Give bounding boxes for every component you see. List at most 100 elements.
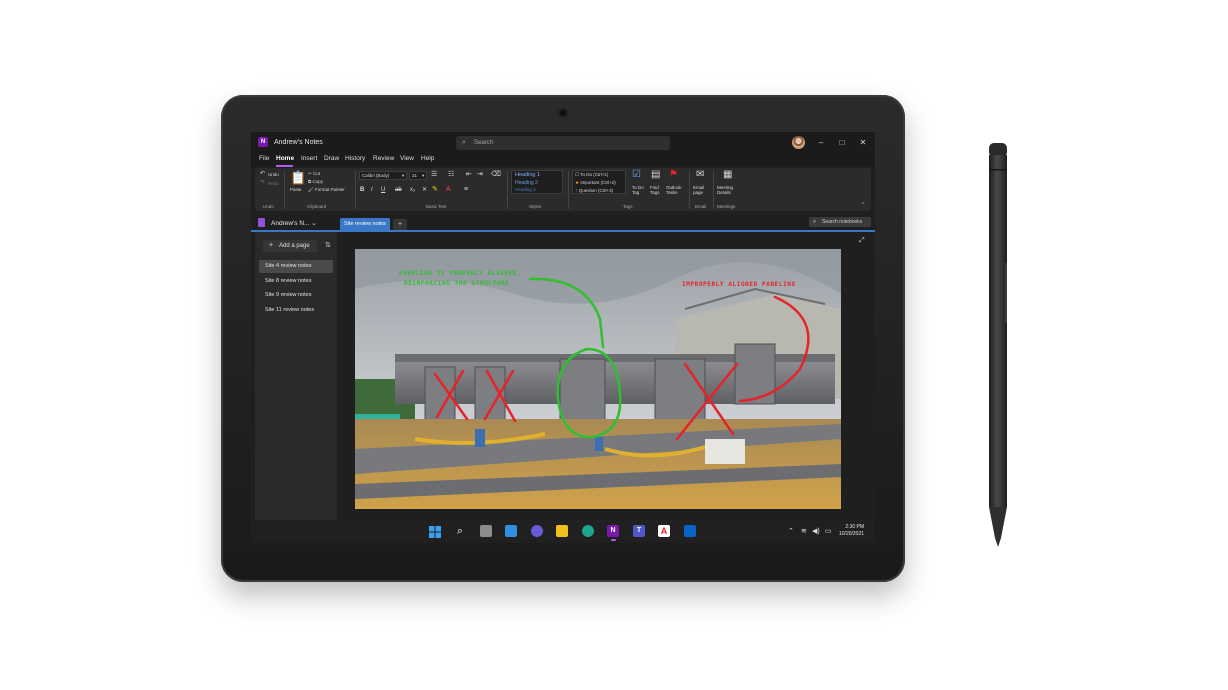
menu-view[interactable]: View (400, 155, 414, 162)
meeting-details-button[interactable]: Meeting Details (717, 185, 741, 195)
indent-icon[interactable]: ⇥ (477, 171, 483, 178)
search-notebooks-label: Search notebooks (822, 219, 863, 225)
page-item[interactable]: Site 11 review notes (259, 304, 333, 317)
avatar[interactable] (792, 136, 805, 149)
undo-icon[interactable]: ↶ (260, 171, 265, 177)
expand-icon[interactable]: ⤢ (859, 237, 865, 245)
calendar-icon[interactable]: ▦ (723, 170, 732, 180)
bullets-icon[interactable]: ☰ (431, 171, 437, 178)
search-notebooks-box[interactable]: ⌕ Search notebooks (809, 217, 871, 227)
italic-icon[interactable]: I (371, 187, 373, 193)
notebook-bar: Andrew's N... ⌄ Site review notes + ⌕ Se… (251, 214, 875, 231)
highlight-icon[interactable]: ✎ (432, 186, 438, 193)
tag-todo[interactable]: ☐ To Do (Ctrl+1) (575, 172, 608, 178)
pages-panel: + Add a page ⇅ Site 4 review notes Site … (255, 232, 337, 520)
file-explorer-icon[interactable] (556, 525, 568, 537)
find-tags-icon[interactable]: ▤ (651, 170, 660, 180)
heading1-style[interactable]: Heading 1 (515, 172, 540, 178)
sort-icon[interactable]: ⇅ (325, 241, 331, 249)
subscript-icon[interactable]: x₂ (410, 187, 415, 193)
clock[interactable]: 2:30 PM 10/20/2021 (839, 524, 864, 538)
tag-important[interactable]: ★ Important (Ctrl+2) (575, 180, 616, 186)
menu-home[interactable]: Home (276, 155, 294, 162)
active-app-indicator (611, 539, 616, 541)
email-icon[interactable]: ✉ (696, 170, 704, 180)
menu-history[interactable]: History (345, 155, 365, 162)
find-tags-button[interactable]: Find Tags (650, 185, 664, 195)
minimize-button[interactable]: – (816, 138, 826, 147)
font-name-select[interactable]: Calibri (Body) ▾ (359, 171, 407, 180)
chat-icon[interactable] (531, 525, 543, 537)
redo-icon[interactable]: ↷ (260, 180, 265, 186)
align-icon[interactable]: ≡ (464, 186, 468, 193)
edge-icon[interactable] (582, 525, 594, 537)
search-placeholder: Search (474, 140, 494, 146)
paste-button[interactable]: Paste (290, 187, 302, 192)
font-size-select[interactable]: 21 ▾ (409, 171, 427, 180)
teams-icon[interactable]: T (633, 525, 645, 537)
note-canvas[interactable]: ⤢ PANELING IS PROPERLY ALIGNED, REINFORC… (339, 232, 871, 520)
bold-icon[interactable]: B (360, 187, 364, 193)
undo-button[interactable]: Undo (268, 172, 279, 177)
checkbox-icon[interactable]: ☑ (632, 170, 641, 180)
battery-icon[interactable]: ▭ (825, 527, 832, 535)
clock-time: 2:30 PM (845, 524, 865, 530)
copy-label: Copy (312, 179, 323, 184)
page-item[interactable]: Site 9 review notes (259, 289, 333, 302)
cut-button[interactable]: ✂ Cut (308, 171, 320, 177)
styles-group-label: Styles (529, 204, 542, 209)
windows-start-icon[interactable] (429, 525, 441, 538)
clear-icon[interactable]: ✕ (422, 187, 427, 193)
page-item[interactable]: Site 8 review notes (259, 275, 333, 288)
tablet-screen: N Andrew's Notes ⌕ Search – □ ✕ File Hom… (251, 132, 875, 543)
wifi-icon[interactable]: ≋ (801, 527, 807, 535)
chevron-down-icon: ▾ (422, 173, 425, 178)
paste-icon[interactable]: 📋 (290, 171, 306, 184)
notebook-name[interactable]: Andrew's N... ⌄ (271, 219, 317, 227)
flag-icon[interactable]: ⚑ (669, 170, 678, 180)
outdent-icon[interactable]: ⇤ (466, 171, 472, 178)
task-view-icon[interactable] (480, 525, 492, 537)
outlook-tasks-button[interactable]: Outlook Tasks (666, 185, 686, 195)
add-page-button[interactable]: + Add a page (263, 240, 317, 252)
notebook-name-label: Andrew's N... (271, 220, 310, 227)
clear-format-icon[interactable]: ⌫ (491, 171, 501, 178)
format-painter-button[interactable]: 🖌 Format Painter (308, 187, 345, 193)
font-color-icon[interactable]: A (446, 186, 451, 193)
outlook-icon[interactable] (684, 525, 696, 537)
volume-icon[interactable]: ◀) (812, 527, 820, 535)
construction-photo: Paneling is properly aligned, reinforcin… (355, 249, 841, 509)
maximize-button[interactable]: □ (837, 138, 847, 147)
collapse-ribbon-icon[interactable]: ⌃ (861, 203, 865, 208)
menu-review[interactable]: Review (373, 155, 394, 162)
chevron-up-icon[interactable]: ⌃ (788, 527, 794, 535)
heading3-style[interactable]: Heading 3 (515, 187, 536, 192)
onenote-taskbar-icon[interactable]: N (607, 525, 619, 537)
underline-icon[interactable]: U (381, 187, 385, 193)
add-section-button[interactable]: + (393, 219, 407, 230)
tag-question[interactable]: ? Question (Ctrl+3) (575, 188, 613, 193)
search-icon[interactable]: ⌕ (454, 525, 466, 537)
email-page-button[interactable]: Email page (693, 185, 709, 195)
heading2-style[interactable]: Heading 2 (515, 180, 538, 186)
todo-tag-button[interactable]: To Do Tag (632, 185, 646, 195)
menu-help[interactable]: Help (421, 155, 434, 162)
numbering-icon[interactable]: ☷ (448, 171, 454, 178)
strikethrough-icon[interactable]: ab (395, 187, 402, 193)
menu-draw[interactable]: Draw (324, 155, 339, 162)
acrobat-icon[interactable]: A (658, 525, 670, 537)
font-name-value: Calibri (Body) (362, 173, 390, 178)
menu-file[interactable]: File (259, 155, 269, 162)
format-painter-label: Format Painter (314, 187, 345, 192)
menu-insert[interactable]: Insert (301, 155, 317, 162)
page-item[interactable]: Site 4 review notes (259, 260, 333, 273)
search-box[interactable]: ⌕ Search (456, 136, 670, 150)
widgets-icon[interactable] (505, 525, 517, 537)
close-button[interactable]: ✕ (858, 138, 868, 147)
redo-button[interactable]: Redo (268, 181, 279, 186)
styles-gallery[interactable]: Heading 1 Heading 2 Heading 3 (511, 170, 563, 194)
front-camera (558, 108, 568, 118)
tags-gallery[interactable]: ☐ To Do (Ctrl+1) ★ Important (Ctrl+2) ? … (572, 170, 626, 194)
copy-button[interactable]: ⧉ Copy (308, 179, 323, 184)
font-size-value: 21 (412, 173, 418, 178)
